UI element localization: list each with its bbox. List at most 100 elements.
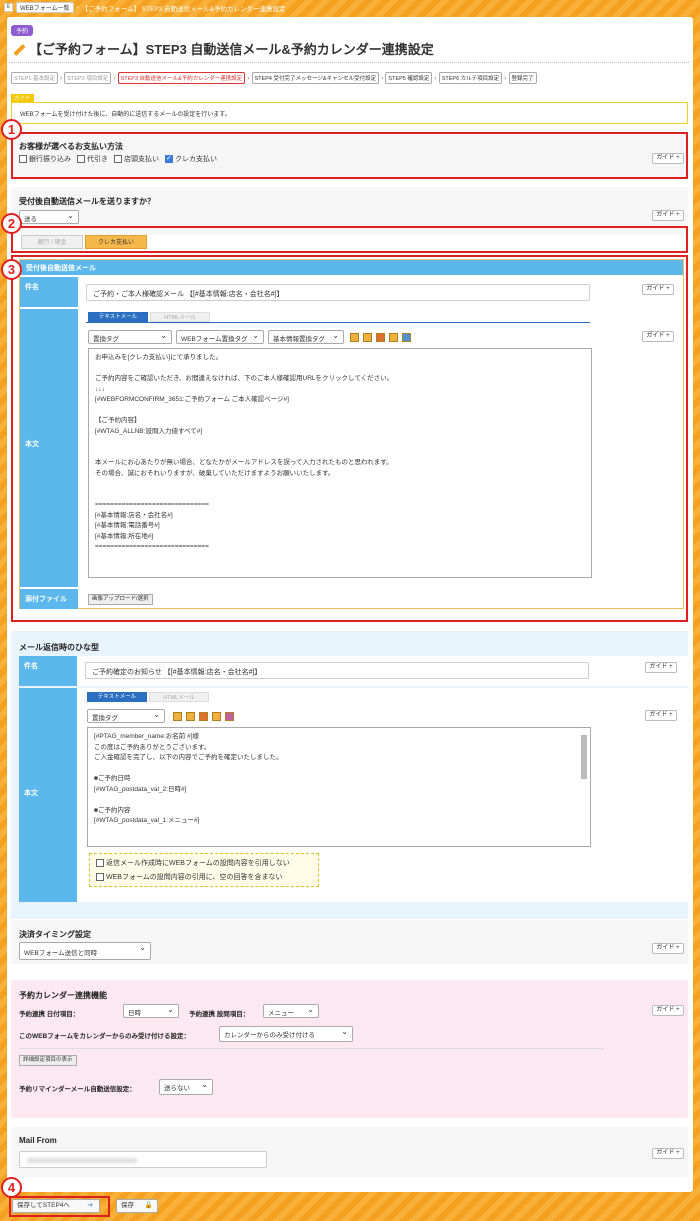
payment-option-cod[interactable]: 代引き — [77, 154, 108, 164]
callout-1: 1 — [1, 119, 22, 140]
insert-icon[interactable] — [212, 712, 221, 721]
guide-button[interactable]: ガイド + — [652, 210, 684, 221]
save-label: 保存 — [121, 1202, 134, 1209]
insert-icon[interactable] — [402, 333, 411, 342]
subject-input[interactable]: ご予約・ご本人様確認メール 【[#基本情報:店名・会社名#]】 — [86, 284, 590, 301]
tab-html-mail[interactable]: HTMLメール — [150, 312, 210, 322]
auto-mail-select[interactable]: 送る — [19, 210, 79, 224]
option-label: 代引き — [87, 156, 108, 163]
replace-tag-select[interactable]: 置換タグ — [88, 330, 172, 344]
checkbox[interactable] — [77, 155, 85, 163]
timing-select[interactable]: WEBフォーム送信と同時 — [19, 942, 151, 960]
callout-4: 4 — [1, 1177, 22, 1198]
guide-button[interactable]: ガイド + — [642, 331, 674, 342]
calendar-section: 予約カレンダー連携機能 予約連携 日付項目： 日時 予約連携 設問項目： メニュ… — [11, 980, 688, 1118]
checkbox[interactable] — [96, 873, 104, 881]
tab-bank[interactable]: 銀行 / 現金 — [21, 235, 83, 249]
reminder-select[interactable]: 送らない — [159, 1079, 213, 1095]
option-label: 返信メール作成時にWEBフォームの設問内容を引用しない — [106, 860, 290, 867]
attach-button[interactable]: 画像アップロード/選択 — [88, 594, 153, 605]
tab-html-mail[interactable]: HTMLメール — [149, 692, 209, 702]
chevron-right-icon: › — [113, 74, 116, 82]
divider — [19, 1048, 604, 1049]
payment-option-store[interactable]: 店頭支払い — [114, 154, 159, 164]
chevron-right-icon: › — [59, 74, 63, 82]
question-item-select[interactable]: メニュー — [263, 1004, 319, 1018]
step-2[interactable]: STEP2 項目設定 — [64, 72, 112, 84]
guide-button[interactable]: ガイド + — [652, 1005, 684, 1016]
quote-options: 返信メール作成時にWEBフォームの設問内容を引用しない WEBフォームの設問内容… — [89, 853, 319, 887]
auto-mail-panel: 受付後自動送信メール 件名 ご予約・ご本人様確認メール 【[#基本情報:店名・会… — [19, 259, 684, 609]
guide-button[interactable]: ガイド + — [652, 943, 684, 954]
save-button[interactable]: 保存 🔒 — [116, 1199, 158, 1213]
footer-bar: 保存してSTEP4へ ➔ 保存 🔒 4 — [0, 1177, 700, 1221]
reply-template-title: メール返信時のひな型 — [19, 643, 99, 652]
step-6[interactable]: STEP6 カルテ項目設定 — [438, 72, 503, 84]
save-next-button[interactable]: 保存してSTEP4へ ➔ — [12, 1199, 100, 1213]
callout-2: 2 — [1, 213, 22, 234]
guide-button[interactable]: ガイド + — [645, 662, 677, 673]
option-label: 銀行振り込み — [29, 156, 71, 163]
insert-icon[interactable] — [199, 712, 208, 721]
tab-text-mail[interactable]: テキストメール — [88, 312, 148, 322]
tab-text-mail[interactable]: テキストメール — [87, 692, 147, 702]
guide-tag: ガイド — [11, 94, 34, 102]
timing-section: 決済タイミング設定 WEBフォーム送信と同時 ガイド + — [11, 920, 688, 964]
step-4[interactable]: STEP4 受付完了メッセージ&キャンセル受付設定 — [251, 72, 380, 84]
guide-button[interactable]: ガイド + — [652, 153, 684, 164]
option-label: クレカ支払い — [175, 156, 217, 163]
calendar-only-select[interactable]: カレンダーからのみ受け付ける — [219, 1026, 353, 1042]
auto-mail-section: 受付後自動送信メールを送りますか？ 送る ガイド + — [11, 187, 688, 235]
date-item-select[interactable]: 日時 — [123, 1004, 179, 1018]
show-detail-button[interactable]: 詳細設定項目の表示 — [19, 1055, 77, 1066]
breadcrumb-sep: › — [76, 4, 79, 11]
payment-option-card[interactable]: クレカ支払い — [165, 154, 217, 164]
insert-icon[interactable] — [186, 712, 195, 721]
main-page: 予約 【ご予約フォーム】STEP3 自動送信メール&予約カレンダー連携設定 ST… — [7, 17, 693, 1192]
breadcrumb: E WEBフォーム一覧 › 【ご予約フォーム】 STEP3 自動送信メール&予約… — [0, 0, 700, 15]
guide-button[interactable]: ガイド + — [642, 284, 674, 295]
chevron-right-icon: › — [247, 74, 250, 82]
checkbox[interactable] — [19, 155, 27, 163]
guide-box: WEBフォームを受け付けた後に、自動的に送信するメールの設定を行います。 — [11, 102, 688, 124]
guide-button[interactable]: ガイド + — [645, 710, 677, 721]
subject-input[interactable]: ご予約確定のお知らせ 【[#基本情報:店名・会社名#]】 — [85, 662, 589, 679]
body-textarea[interactable]: お申込みを[クレカ支払い]にて承りました。 ご予約内容をご確認いただき、お間違え… — [88, 348, 592, 578]
basic-info-tag-select[interactable]: 基本情報置換タグ — [268, 330, 344, 344]
insert-icon[interactable] — [350, 333, 359, 342]
breadcrumb-current: 【ご予約フォーム】 STEP3 自動送信メール&予約カレンダー連携設定 — [81, 5, 286, 13]
checkbox[interactable] — [114, 155, 122, 163]
guide-button[interactable]: ガイド + — [652, 1148, 684, 1159]
calendar-only-label: このWEBフォームをカレンダーからのみ受け付ける設定： — [19, 1033, 190, 1040]
home-icon[interactable]: E — [4, 3, 13, 12]
body-textarea[interactable]: [#PTAG_member_name:お名前 #]様 この度はご予約ありがとうご… — [87, 727, 591, 847]
breadcrumb-form-list[interactable]: WEBフォーム一覧 — [16, 2, 74, 13]
tab-card[interactable]: クレカ支払い — [85, 235, 147, 249]
redacted-text — [27, 1158, 137, 1163]
step-3[interactable]: STEP3 自動送信メール&予約カレンダー連携設定 — [117, 72, 246, 84]
replace-tag-select[interactable]: 置換タグ — [87, 709, 165, 723]
insert-icon[interactable] — [173, 712, 182, 721]
checkbox-checked[interactable] — [165, 154, 173, 163]
no-quote-checkbox[interactable]: 返信メール作成時にWEBフォームの設問内容を引用しない — [96, 858, 290, 868]
payment-options: 銀行振り込み 代引き 店頭支払い クレカ支払い — [19, 154, 223, 164]
insert-icon[interactable] — [376, 333, 385, 342]
page-title: 【ご予約フォーム】STEP3 自動送信メール&予約カレンダー連携設定 — [11, 39, 434, 58]
payment-option-bank[interactable]: 銀行振り込み — [19, 154, 71, 164]
attach-label: 添付ファイル — [20, 589, 78, 609]
step-5[interactable]: STEP5 確認設定 — [385, 72, 433, 84]
form-type-tag: 予約 — [11, 25, 34, 36]
step-done[interactable]: 登録完了 — [508, 72, 537, 84]
insert-icon[interactable] — [363, 333, 372, 342]
page-title-text: 【ご予約フォーム】STEP3 自動送信メール&予約カレンダー連携設定 — [29, 42, 434, 57]
step-1[interactable]: STEP1 基本設定 — [11, 72, 58, 84]
reply-template-section: メール返信時のひな型 件名 ご予約確定のお知らせ 【[#基本情報:店名・会社名#… — [11, 631, 688, 919]
timing-title: 決済タイミング設定 — [19, 930, 91, 939]
insert-icon[interactable] — [225, 712, 234, 721]
checkbox[interactable] — [96, 859, 104, 867]
no-empty-checkbox[interactable]: WEBフォームの設問内容の引用に、空の回答を含まない — [96, 872, 283, 882]
webform-tag-select[interactable]: WEBフォーム置換タグ — [176, 330, 264, 344]
scrollbar[interactable] — [581, 735, 587, 779]
date-item-label: 予約連携 日付項目： — [19, 1011, 80, 1018]
insert-icon[interactable] — [389, 333, 398, 342]
